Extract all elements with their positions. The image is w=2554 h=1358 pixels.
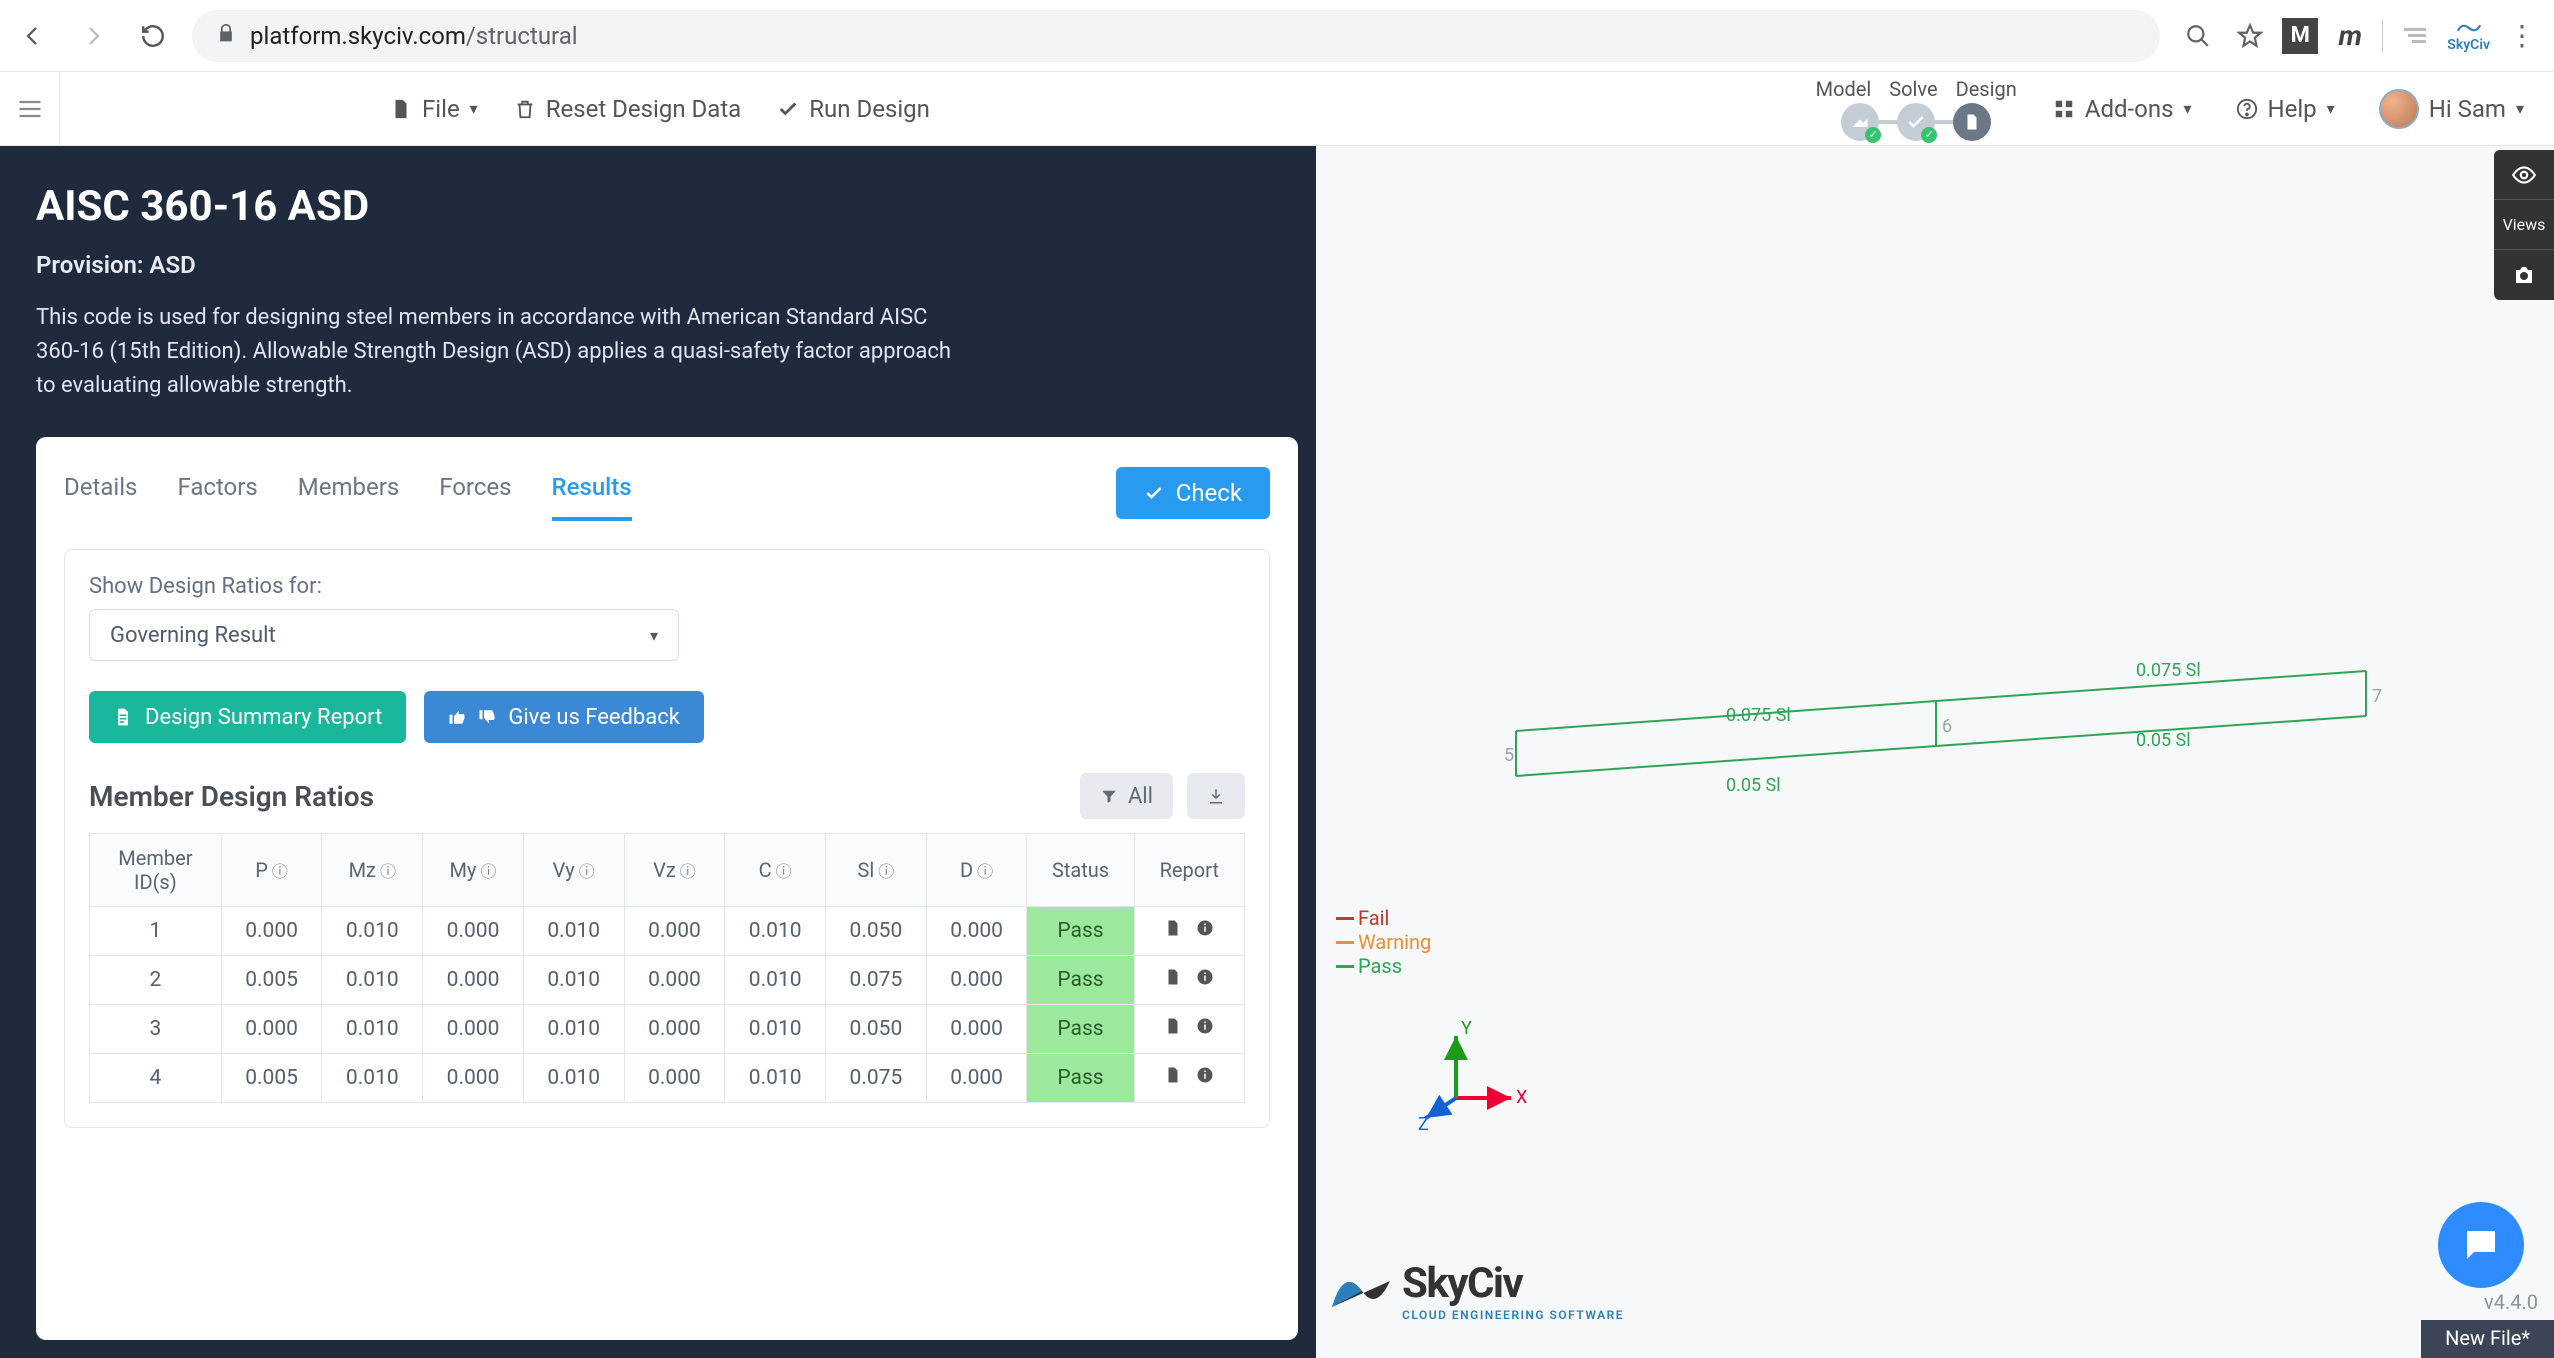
filter-all-button[interactable]: All (1080, 773, 1173, 819)
report-icon[interactable] (1164, 1066, 1182, 1090)
forward-icon[interactable] (72, 15, 114, 57)
skyciv-logo: SkyCivCLOUD ENGINEERING SOFTWARE (1326, 1259, 1624, 1322)
addons-menu[interactable]: Add-ons▾ (2053, 95, 2192, 123)
col-status: Status (1027, 834, 1134, 907)
hamburger-icon[interactable] (0, 72, 60, 146)
avatar (2379, 89, 2419, 129)
tab-results[interactable]: Results (552, 465, 632, 521)
status-badge: Pass (1027, 1005, 1134, 1054)
app-toolbar: File▾ Reset Design Data Run Design Model… (0, 72, 2554, 146)
address-bar[interactable]: platform.skyciv.com/structural (192, 10, 2160, 62)
reload-icon[interactable] (132, 15, 174, 57)
file-tab[interactable]: New File* (2421, 1320, 2554, 1358)
svg-text:0.075 Sl: 0.075 Sl (2136, 660, 2201, 681)
svg-text:0.075 Sl: 0.075 Sl (1726, 705, 1791, 726)
col-d: Dⓘ (926, 834, 1027, 907)
results-card: Details Factors Members Forces Results Check… (36, 437, 1298, 1340)
tab-details[interactable]: Details (64, 465, 137, 521)
svg-text:X: X (1516, 1087, 1527, 1108)
report-icon[interactable] (1164, 919, 1182, 943)
ratios-dropdown[interactable]: Governing Result ▾ (89, 609, 679, 661)
svg-text:6: 6 (1942, 716, 1952, 737)
info-icon[interactable] (1196, 1066, 1214, 1090)
extension-lines-icon[interactable] (2395, 16, 2435, 56)
svg-text:5: 5 (1504, 745, 1514, 766)
kebab-menu-icon[interactable]: ⋮ (2502, 16, 2542, 56)
table-row: 30.0000.0100.0000.0100.0000.0100.0500.00… (90, 1005, 1245, 1054)
col-my: Myⓘ (423, 834, 524, 907)
description: This code is used for designing steel me… (36, 301, 956, 403)
view-toolbar: Views (2494, 150, 2554, 300)
info-icon[interactable] (1196, 968, 1214, 992)
run-design-button[interactable]: Run Design (777, 95, 930, 123)
check-button[interactable]: Check (1116, 467, 1270, 519)
col-sl: Slⓘ (826, 834, 927, 907)
page-title: AISC 360-16 ASD (36, 182, 1298, 231)
ratios-label: Show Design Ratios for: (89, 574, 1245, 599)
chat-fab[interactable] (2438, 1202, 2524, 1288)
status-badge: Pass (1027, 1054, 1134, 1103)
col-c: Cⓘ (725, 834, 826, 907)
eye-icon[interactable] (2494, 150, 2554, 200)
col-vy: Vyⓘ (523, 834, 624, 907)
report-icon[interactable] (1164, 968, 1182, 992)
model-solve-design-status: Model Solve Design ✓ ✓ (1816, 77, 2017, 141)
design-status-icon[interactable] (1953, 103, 1991, 141)
browser-chrome: platform.skyciv.com/structural M m SkyCi… (0, 0, 2554, 72)
table-row: 40.0050.0100.0000.0100.0000.0100.0750.00… (90, 1054, 1245, 1103)
legend: Fail Warning Pass (1336, 906, 1431, 978)
svg-text:Y: Y (1461, 1018, 1472, 1039)
tab-factors[interactable]: Factors (177, 465, 257, 521)
extension-m-italic[interactable]: m (2330, 16, 2370, 56)
svg-text:7: 7 (2372, 686, 2382, 707)
chevron-down-icon: ▾ (650, 626, 658, 645)
status-badge: Pass (1027, 907, 1134, 956)
back-icon[interactable] (12, 15, 54, 57)
lock-icon (216, 23, 236, 48)
views-button[interactable]: Views (2494, 200, 2554, 250)
extension-skyciv[interactable]: SkyCiv (2447, 19, 2490, 53)
star-icon[interactable] (2230, 16, 2270, 56)
tab-forces[interactable]: Forces (439, 465, 511, 521)
status-badge: Pass (1027, 956, 1134, 1005)
version-label: v4.4.0 (2484, 1290, 2538, 1314)
help-menu[interactable]: Help▾ (2236, 95, 2335, 123)
extension-m-square[interactable]: M (2282, 18, 2318, 54)
col-member-id-s-: MemberID(s) (90, 834, 222, 907)
user-menu[interactable]: Hi Sam▾ (2379, 89, 2524, 129)
report-icon[interactable] (1164, 1017, 1182, 1041)
solve-status-icon[interactable]: ✓ (1897, 103, 1935, 141)
model-wireframe: 0.075 Sl 0.075 Sl 0.05 Sl 0.05 Sl 5 6 7 (1496, 616, 2396, 816)
col-p: Pⓘ (221, 834, 322, 907)
design-summary-button[interactable]: Design Summary Report (89, 691, 406, 743)
design-panel: AISC 360-16 ASD Provision: ASD This code… (0, 146, 1316, 1358)
axis-gizmo[interactable]: X Y Z (1416, 1018, 1536, 1138)
file-menu[interactable]: File▾ (390, 95, 478, 123)
svg-text:0.05 Sl: 0.05 Sl (2136, 730, 2191, 751)
camera-icon[interactable] (2494, 250, 2554, 300)
section-title: Member Design Ratios (89, 780, 374, 813)
svg-text:Z: Z (1418, 1114, 1429, 1135)
table-row: 20.0050.0100.0000.0100.0000.0100.0750.00… (90, 956, 1245, 1005)
col-mz: Mzⓘ (322, 834, 423, 907)
col-vz: Vzⓘ (624, 834, 725, 907)
model-viewport[interactable]: Views 0.075 Sl 0.075 Sl 0.05 Sl 0.05 Sl … (1316, 146, 2554, 1358)
info-icon[interactable] (1196, 919, 1214, 943)
info-icon[interactable] (1196, 1017, 1214, 1041)
reset-design-button[interactable]: Reset Design Data (514, 95, 742, 123)
provision-label: Provision: ASD (36, 251, 1298, 279)
url-host: platform.skyciv.com/structural (250, 22, 578, 50)
results-table: MemberID(s)PⓘMzⓘMyⓘVyⓘVzⓘCⓘSlⓘDⓘStatusRe… (89, 833, 1245, 1103)
feedback-button[interactable]: Give us Feedback (424, 691, 704, 743)
model-status-icon[interactable]: ✓ (1841, 103, 1879, 141)
col-report: Report (1134, 834, 1244, 907)
svg-text:0.05 Sl: 0.05 Sl (1726, 775, 1781, 796)
tab-members[interactable]: Members (298, 465, 399, 521)
download-button[interactable] (1187, 773, 1245, 819)
search-icon[interactable] (2178, 16, 2218, 56)
table-row: 10.0000.0100.0000.0100.0000.0100.0500.00… (90, 907, 1245, 956)
